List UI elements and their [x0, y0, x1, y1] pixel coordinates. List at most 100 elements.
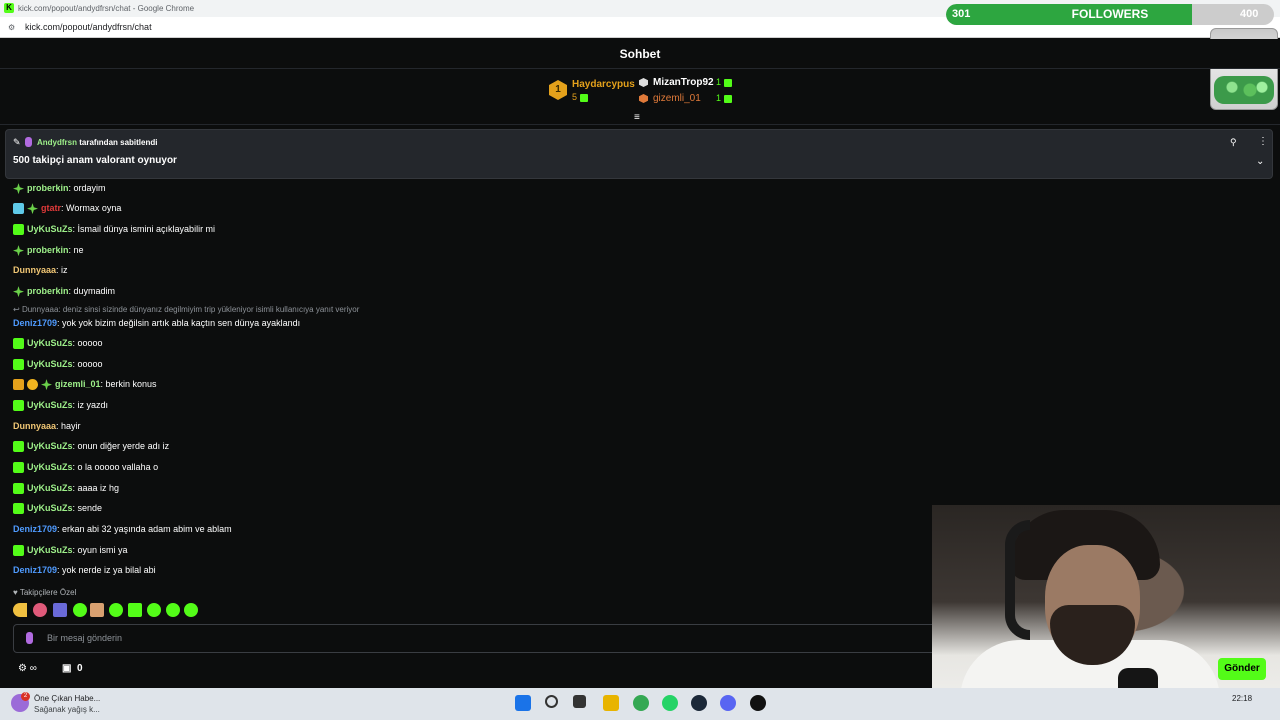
chat-username: UyKuSuZs — [27, 224, 73, 234]
leader-third-name[interactable]: gizemli_01 — [653, 93, 701, 104]
chat-username: gtatr — [41, 203, 61, 213]
chat-text: : ooooo — [72, 359, 103, 369]
leader-second-name[interactable]: MizanTrop92 — [653, 77, 714, 88]
chat-message[interactable]: Deniz1709: yok yok bizim değilsin artık … — [13, 316, 300, 330]
emote-moon-icon[interactable] — [13, 603, 27, 617]
channel-points[interactable]: ▣ 0 — [62, 663, 83, 674]
goal-label: FOLLOWERS — [1071, 7, 1149, 21]
chat-username: Dunnyaaa — [13, 421, 57, 431]
emotes-section-label: ♥ Takipçilere Özel — [13, 588, 77, 597]
chat-username: gizemli_01 — [55, 379, 101, 389]
news-subtitle: Sağanak yağış k... — [34, 705, 100, 714]
chat-message[interactable]: gtatr: Wormax oyna — [13, 201, 121, 215]
chat-text: : Wormax oyna — [61, 203, 122, 213]
chat-username: UyKuSuZs — [27, 483, 73, 493]
windows-start-icon[interactable] — [515, 695, 531, 711]
chat-username: UyKuSuZs — [27, 462, 73, 472]
discord-icon[interactable] — [720, 695, 736, 711]
emote-group-icon[interactable] — [53, 603, 67, 617]
obs-icon[interactable] — [750, 695, 766, 711]
pin-icon: ✎ — [13, 137, 21, 147]
leader-third-count: 1 — [716, 93, 732, 103]
pinned-message: ✎ Andydfrsn tarafından sabitlendi 500 ta… — [5, 129, 1273, 179]
chat-text: : oyun ismi ya — [72, 545, 128, 555]
emote-robot-icon[interactable] — [147, 603, 161, 617]
chat-message[interactable]: proberkin: ne — [13, 243, 84, 257]
more-options-icon[interactable]: ⋮ — [1258, 136, 1268, 147]
chat-username: UyKuSuZs — [27, 545, 73, 555]
chat-message[interactable]: UyKuSuZs: o la ooooo vallaha o — [13, 460, 158, 474]
chat-username: proberkin — [27, 183, 69, 193]
emote-character-icon[interactable] — [33, 603, 47, 617]
mic-badge-icon — [25, 137, 32, 147]
chat-message[interactable]: UyKuSuZs: oyun ismi ya — [13, 543, 128, 557]
chat-message[interactable]: UyKuSuZs: İsmail dünya ismini açıklayabi… — [13, 222, 215, 236]
chat-username: Deniz1709 — [13, 318, 58, 328]
chat-text: : yok nerde iz ya bilal abi — [57, 565, 156, 575]
pinned-by-user: Andydfrsn — [37, 138, 77, 147]
settings-icon[interactable]: ⚙ ∞ — [18, 663, 37, 674]
chevron-down-icon[interactable]: ⌄ — [1256, 156, 1264, 167]
send-button[interactable]: Gönder — [1218, 658, 1266, 680]
chat-username: Deniz1709 — [13, 524, 58, 534]
og-badge-icon — [13, 203, 24, 215]
gifter-badge-icon — [13, 224, 24, 236]
crown-badge-icon — [13, 379, 24, 391]
chat-text: : iz — [56, 265, 68, 275]
chat-message[interactable]: Deniz1709: yok nerde iz ya bilal abi — [13, 563, 156, 577]
gift-icon — [723, 94, 732, 103]
url-text: kick.com/popout/andydfrsn/chat — [25, 22, 152, 32]
clock-time[interactable]: 22:18 — [1232, 694, 1252, 703]
chat-username: proberkin — [27, 245, 69, 255]
chat-message[interactable]: proberkin: ordayim — [13, 181, 106, 195]
coin-badge-icon — [27, 379, 38, 391]
emote-kick-icon[interactable] — [73, 603, 87, 617]
emote-alien-icon[interactable] — [184, 603, 198, 617]
rank-two-badge-icon — [639, 78, 648, 87]
chrome-icon[interactable] — [633, 695, 649, 711]
chat-text: : erkan abi 32 yaşında adam abim ve abla… — [57, 524, 232, 534]
chat-text: : ordayim — [68, 183, 106, 193]
chat-username: proberkin — [27, 286, 69, 296]
emote-blob-icon[interactable] — [166, 603, 180, 617]
chat-text: : ooooo — [72, 338, 103, 348]
rank-one-badge-icon: 1 — [549, 80, 567, 100]
chat-text: : o la ooooo vallaha o — [72, 462, 159, 472]
chat-text: : sende — [72, 503, 103, 513]
chat-message[interactable]: Dunnyaaa: iz — [13, 263, 68, 277]
chat-username: Deniz1709 — [13, 565, 58, 575]
chat-message[interactable]: UyKuSuZs: aaaa iz hg — [13, 481, 119, 495]
file-explorer-icon[interactable] — [603, 695, 619, 711]
rank-three-badge-icon — [639, 94, 648, 103]
task-view-icon[interactable] — [573, 695, 586, 708]
site-settings-icon[interactable]: ⚙ — [8, 23, 17, 32]
chat-message[interactable]: UyKuSuZs: ooooo — [13, 336, 103, 350]
window-title: kick.com/popout/andydfrsn/chat - Google … — [18, 4, 195, 13]
whatsapp-icon[interactable] — [662, 695, 678, 711]
chat-message[interactable]: UyKuSuZs: iz yazdı — [13, 398, 108, 412]
chat-message[interactable]: Dunnyaaa: hayir — [13, 419, 81, 433]
leader-first-name[interactable]: Haydarcypus — [572, 79, 635, 90]
chat-message[interactable]: UyKuSuZs: ooooo — [13, 357, 103, 371]
chat-message[interactable]: Deniz1709: erkan abi 32 yaşında adam abi… — [13, 522, 232, 536]
collapse-leaderboard-icon[interactable]: ≡ — [634, 112, 640, 123]
chat-message[interactable]: proberkin: duymadim — [13, 284, 115, 298]
emote-green-face-icon[interactable] — [109, 603, 123, 617]
chat-text: : berkin konus — [100, 379, 157, 389]
unpin-icon[interactable]: ⚲ — [1230, 137, 1237, 148]
chat-message[interactable]: gizemli_01: berkin konus — [13, 377, 157, 391]
subscriber-badge-icon — [13, 245, 24, 257]
search-icon[interactable] — [545, 695, 558, 708]
chat-input-placeholder: Bir mesaj gönderin — [47, 633, 123, 643]
emote-person-icon[interactable] — [90, 603, 104, 617]
pinned-text: 500 takipçi anam valorant oynuyor — [13, 155, 177, 166]
kick-logo-icon: K — [4, 3, 14, 13]
subscriber-badge-icon — [41, 379, 52, 391]
news-title[interactable]: Öne Çıkan Habe... — [34, 694, 100, 703]
steam-icon[interactable] — [691, 695, 707, 711]
chat-message[interactable]: UyKuSuZs: sende — [13, 501, 102, 515]
chat-message[interactable]: UyKuSuZs: onun diğer yerde adı iz — [13, 439, 169, 453]
chat-text: : hayir — [56, 421, 81, 431]
emote-box-icon[interactable] — [128, 603, 142, 617]
gifter-badge-icon — [13, 400, 24, 412]
